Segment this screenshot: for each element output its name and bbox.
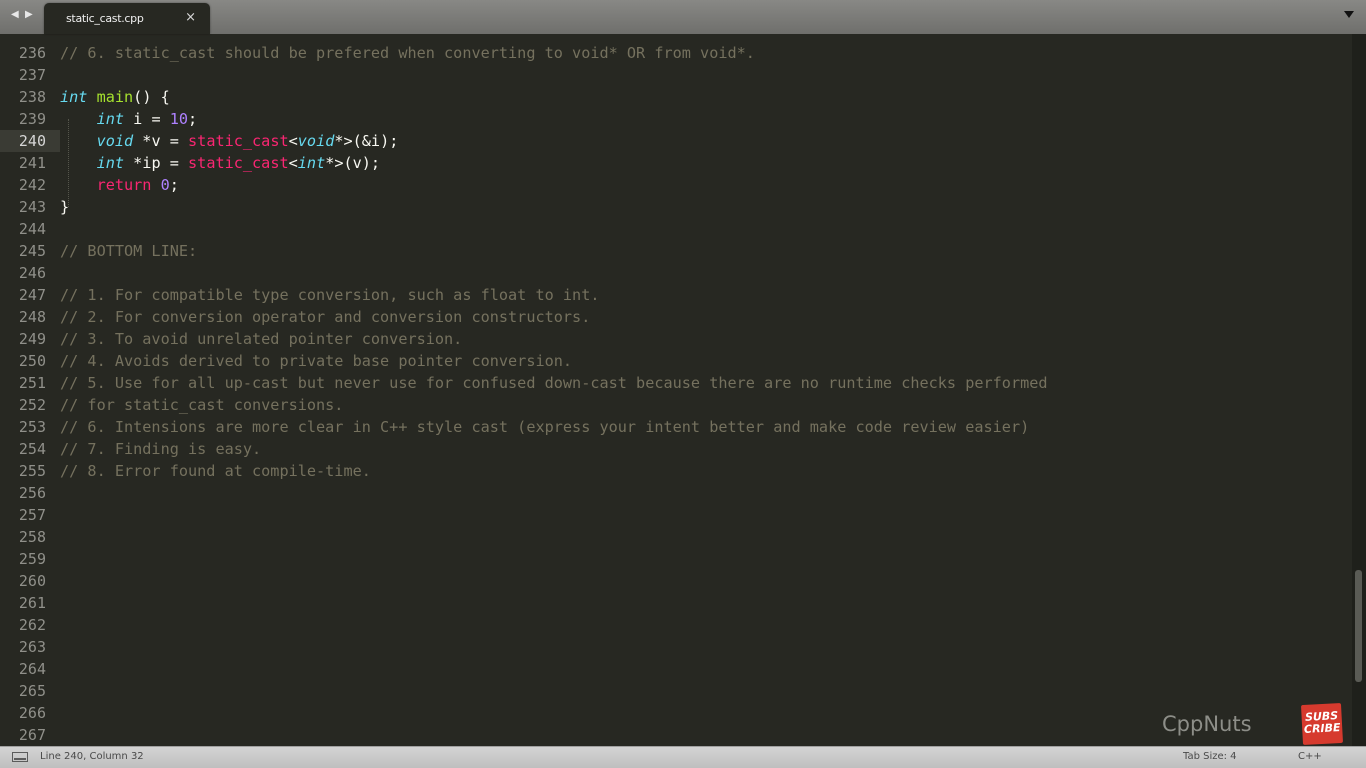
code-line[interactable]: 237	[0, 64, 1352, 86]
vertical-scrollbar[interactable]	[1352, 34, 1366, 746]
line-number: 265	[18, 682, 46, 700]
line-code[interactable]: // 7. Finding is easy.	[60, 438, 261, 460]
line-number: 267	[18, 726, 46, 744]
line-code[interactable]: // 6. Intensions are more clear in C++ s…	[60, 416, 1029, 438]
scrollbar-thumb[interactable]	[1355, 570, 1362, 682]
code-line[interactable]: 256	[0, 482, 1352, 504]
line-number: 256	[18, 484, 46, 502]
line-number: 263	[18, 638, 46, 656]
line-number: 262	[18, 616, 46, 634]
line-number: 237	[18, 66, 46, 84]
line-number: 264	[18, 660, 46, 678]
line-number: 266	[18, 704, 46, 722]
code-line[interactable]: 262	[0, 614, 1352, 636]
line-code[interactable]: // 6. static_cast should be prefered whe…	[60, 42, 755, 64]
line-code[interactable]: // 4. Avoids derived to private base poi…	[60, 350, 572, 372]
cursor-position: Line 240, Column 32	[40, 751, 144, 762]
line-number: 257	[18, 506, 46, 524]
line-code[interactable]: int *ip = static_cast<int*>(v);	[60, 152, 381, 174]
line-number: 241	[18, 154, 46, 172]
code-line[interactable]: 253 // 6. Intensions are more clear in C+…	[0, 416, 1352, 438]
code-line[interactable]: 243}	[0, 196, 1352, 218]
code-line[interactable]: 263	[0, 636, 1352, 658]
line-number: 253	[18, 418, 46, 436]
tab-overflow-chevron-down-icon[interactable]	[1344, 11, 1354, 18]
line-code[interactable]: // for static_cast conversions.	[60, 394, 343, 416]
line-number: 245	[18, 242, 46, 260]
code-editor[interactable]: 236 // 6. static_cast should be prefered …	[0, 34, 1352, 746]
code-line[interactable]: 260	[0, 570, 1352, 592]
code-line[interactable]: 251 // 5. Use for all up-cast but never u…	[0, 372, 1352, 394]
close-tab-icon[interactable]: ×	[185, 10, 196, 25]
code-line[interactable]: 249 // 3. To avoid unrelated pointer conv…	[0, 328, 1352, 350]
code-line[interactable]: 246	[0, 262, 1352, 284]
line-code[interactable]: // 2. For conversion operator and conver…	[60, 306, 590, 328]
line-number: 240	[18, 132, 46, 150]
code-line[interactable]: 264	[0, 658, 1352, 680]
tab-next-arrow-icon[interactable]: ▶	[25, 9, 33, 20]
line-code[interactable]: void *v = static_cast<void*>(&i);	[60, 130, 399, 152]
code-line[interactable]: 252 // for static_cast conversions.	[0, 394, 1352, 416]
code-line[interactable]: 240 void *v = static_cast<void*>(&i);	[0, 130, 1352, 152]
line-number: 260	[18, 572, 46, 590]
line-number: 236	[18, 44, 46, 62]
line-number: 242	[18, 176, 46, 194]
code-line[interactable]: 247 // 1. For compatible type conversion,…	[0, 284, 1352, 306]
line-code[interactable]: int main() {	[60, 86, 170, 108]
code-line[interactable]: 248 // 2. For conversion operator and con…	[0, 306, 1352, 328]
line-number: 244	[18, 220, 46, 238]
line-number: 261	[18, 594, 46, 612]
code-line[interactable]: 245 // BOTTOM LINE:	[0, 240, 1352, 262]
code-line[interactable]: 242 return 0;	[0, 174, 1352, 196]
line-number: 251	[18, 374, 46, 392]
status-bar: Line 240, Column 32 Tab Size: 4 C++	[0, 746, 1366, 768]
line-number: 255	[18, 462, 46, 480]
file-tab-title: static_cast.cpp	[66, 12, 144, 25]
channel-watermark: CppNuts	[1162, 712, 1252, 736]
code-line[interactable]: 244	[0, 218, 1352, 240]
code-line[interactable]: 238 int main() {	[0, 86, 1352, 108]
file-tab[interactable]: static_cast.cpp ×	[44, 3, 210, 34]
code-line[interactable]: 239 int i = 10;	[0, 108, 1352, 130]
line-number: 249	[18, 330, 46, 348]
line-code[interactable]: return 0;	[60, 174, 179, 196]
line-code[interactable]: // 8. Error found at compile-time.	[60, 460, 371, 482]
line-number: 238	[18, 88, 46, 106]
code-line[interactable]: 266	[0, 702, 1352, 724]
line-code[interactable]: int i = 10;	[60, 108, 198, 130]
tab-bar: ◀ ▶ static_cast.cpp ×	[0, 0, 1366, 34]
code-line[interactable]: 250 // 4. Avoids derived to private base …	[0, 350, 1352, 372]
code-line[interactable]: 257	[0, 504, 1352, 526]
code-line[interactable]: 267	[0, 724, 1352, 746]
line-number: 246	[18, 264, 46, 282]
code-line[interactable]: 236 // 6. static_cast should be prefered …	[0, 42, 1352, 64]
code-line[interactable]: 241 int *ip = static_cast<int*>(v);	[0, 152, 1352, 174]
line-number: 254	[18, 440, 46, 458]
code-line[interactable]: 261	[0, 592, 1352, 614]
code-line[interactable]: 259	[0, 548, 1352, 570]
panel-toggle-icon[interactable]	[12, 752, 28, 762]
line-number: 259	[18, 550, 46, 568]
code-line[interactable]: 258	[0, 526, 1352, 548]
code-line[interactable]: 265	[0, 680, 1352, 702]
subscribe-badge[interactable]: SUBS CRIBE	[1300, 702, 1344, 746]
line-code[interactable]: // 1. For compatible type conversion, su…	[60, 284, 599, 306]
line-number: 252	[18, 396, 46, 414]
line-code[interactable]: }	[60, 196, 69, 218]
line-number: 247	[18, 286, 46, 304]
line-number: 248	[18, 308, 46, 326]
tab-prev-arrow-icon[interactable]: ◀	[11, 9, 19, 20]
line-number: 250	[18, 352, 46, 370]
syntax-indicator[interactable]: C++	[1298, 751, 1322, 762]
line-code[interactable]: // 3. To avoid unrelated pointer convers…	[60, 328, 462, 350]
code-line[interactable]: 255 // 8. Error found at compile-time.	[0, 460, 1352, 482]
line-number: 258	[18, 528, 46, 546]
line-code[interactable]: // BOTTOM LINE:	[60, 240, 197, 262]
tab-size-indicator[interactable]: Tab Size: 4	[1183, 751, 1237, 762]
code-line[interactable]: 254 // 7. Finding is easy.	[0, 438, 1352, 460]
line-number: 239	[18, 110, 46, 128]
line-code[interactable]: // 5. Use for all up-cast but never use …	[60, 372, 1048, 394]
line-number: 243	[18, 198, 46, 216]
